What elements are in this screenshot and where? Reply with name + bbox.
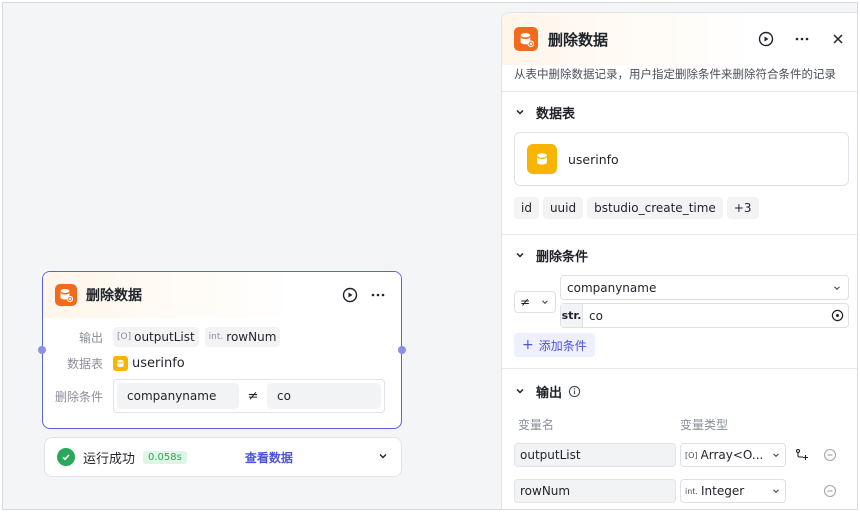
database-delete-icon [514, 27, 538, 51]
plus-icon: + [522, 337, 534, 353]
chevron-down-icon [773, 453, 779, 458]
condition-section-title: 删除条件 [536, 249, 589, 265]
more-dots-icon [371, 293, 385, 297]
field-select[interactable]: companyname [560, 275, 849, 300]
condition-value: co [267, 383, 381, 409]
node-title: 删除数据 [86, 288, 142, 304]
chevron-down-icon[interactable] [377, 450, 389, 465]
variable-name-header: 变量名 [518, 417, 555, 432]
check-circle-icon [57, 448, 75, 466]
node-table-row: 数据表 userinfo [43, 350, 401, 376]
database-delete-icon [55, 284, 77, 306]
variable-target-icon[interactable] [831, 309, 844, 322]
value-input[interactable]: str. co [560, 303, 849, 328]
info-icon[interactable] [568, 385, 581, 398]
run-status-text: 运行成功 [83, 451, 136, 467]
condition-editor: ≠ companyname str. co [514, 275, 849, 328]
table-card-name: userinfo [568, 151, 619, 167]
condition-fields: companyname str. co [560, 275, 849, 328]
panel-description: 从表中删除数据记录，用户指定删除条件来删除符合条件的记录 [514, 67, 836, 81]
run-result-bar[interactable]: 运行成功 0.058s 查看数据 [44, 437, 402, 477]
column-tag: id [514, 197, 539, 219]
column-tags: id uuid bstudio_create_time +3 [514, 197, 849, 219]
more-columns-tag[interactable]: +3 [726, 197, 759, 219]
remove-icon[interactable] [820, 484, 840, 498]
table-section: 数据表 userinfo id uuid bstudio_create_time… [502, 91, 857, 234]
variable-type-select[interactable]: int. Integer [680, 479, 786, 503]
table-icon [113, 355, 128, 371]
table-label: 数据表 [66, 356, 103, 371]
node-condition-row: 删除条件 companyname ≠ co [43, 376, 401, 416]
panel-more-button[interactable] [791, 28, 813, 50]
output-section-header[interactable]: 输出 [514, 369, 849, 413]
chevron-down-icon [514, 249, 528, 261]
remove-icon[interactable] [820, 448, 840, 462]
output-row: rowNum int. Integer [514, 479, 849, 503]
play-circle-icon [342, 287, 358, 303]
column-tag: uuid [542, 197, 584, 219]
chevron-down-icon [773, 489, 779, 494]
variable-type-header: 变量类型 [680, 417, 729, 432]
node-header: 删除数据 [43, 272, 401, 318]
chevron-down-icon [514, 385, 528, 397]
close-icon [833, 34, 843, 44]
field-select-value: companyname [567, 280, 657, 295]
panel-run-button[interactable] [755, 28, 777, 50]
table-section-header[interactable]: 数据表 [514, 92, 849, 132]
run-node-button[interactable] [339, 284, 361, 306]
node-output-row: 输出 [O] outputList int. rowNum [43, 324, 401, 350]
variable-name-field: outputList [514, 443, 676, 467]
play-circle-icon [758, 31, 774, 47]
output-tag-rownum: int. rowNum [204, 327, 281, 347]
add-condition-button[interactable]: + 添加条件 [514, 333, 595, 357]
value-input-text: co [589, 308, 603, 323]
panel-close-button[interactable] [827, 28, 849, 50]
variable-name-field: rowNum [514, 479, 676, 503]
condition-box: companyname ≠ co [113, 379, 385, 413]
operator-value: ≠ [519, 295, 531, 309]
view-data-link[interactable]: 查看数据 [245, 449, 293, 466]
condition-section-header[interactable]: 删除条件 [514, 235, 849, 275]
condition-label: 删除条件 [55, 389, 104, 404]
delete-data-node[interactable]: 删除数据 输出 [O] outputList int. rowNum 数据表 use… [42, 271, 402, 429]
table-section-title: 数据表 [536, 106, 576, 122]
table-card[interactable]: userinfo [514, 132, 849, 186]
condition-section: 删除条件 ≠ companyname str. co + 添加条件 [502, 234, 857, 368]
more-dots-icon [795, 37, 809, 41]
column-tag: bstudio_create_time [587, 197, 723, 219]
output-tag-outputlist: [O] outputList [113, 327, 199, 347]
chevron-down-icon [514, 106, 528, 118]
not-equal-operator: ≠ [247, 388, 259, 404]
condition-field: companyname [117, 383, 239, 409]
node-more-button[interactable] [367, 284, 389, 306]
operator-select[interactable]: ≠ [514, 291, 556, 313]
string-type-tag: str. [561, 304, 583, 327]
variable-type-value: Integer [700, 484, 745, 498]
workflow-canvas[interactable]: 删除数据 输出 [O] outputList int. rowNum 数据表 use… [2, 2, 858, 510]
table-icon [527, 144, 557, 174]
chevron-down-icon [834, 285, 840, 290]
output-row: outputList [O] Array<O... [514, 443, 849, 467]
add-child-icon[interactable] [792, 448, 812, 462]
variable-type-select[interactable]: [O] Array<O... [680, 443, 786, 467]
output-port-handle[interactable] [398, 346, 406, 354]
panel-title: 删除数据 [548, 30, 609, 49]
panel-header: 删除数据 [502, 13, 857, 65]
output-label: 输出 [78, 330, 103, 345]
input-port-handle[interactable] [38, 346, 46, 354]
variable-type-value: Array<O... [700, 448, 764, 462]
output-section-title: 输出 [536, 385, 563, 401]
chevron-down-icon [542, 300, 548, 305]
table-name: userinfo [132, 355, 185, 371]
run-duration-badge: 0.058s [143, 450, 187, 464]
node-config-panel: 删除数据 从表中删除数据记录，用户指定删除条件来删除符合条件的记录 数据表 us… [501, 12, 857, 509]
output-section: 输出 变量名 变量类型 outputList [O] Array<O... ro… [502, 368, 857, 509]
output-table-header: 变量名 变量类型 [514, 413, 849, 435]
